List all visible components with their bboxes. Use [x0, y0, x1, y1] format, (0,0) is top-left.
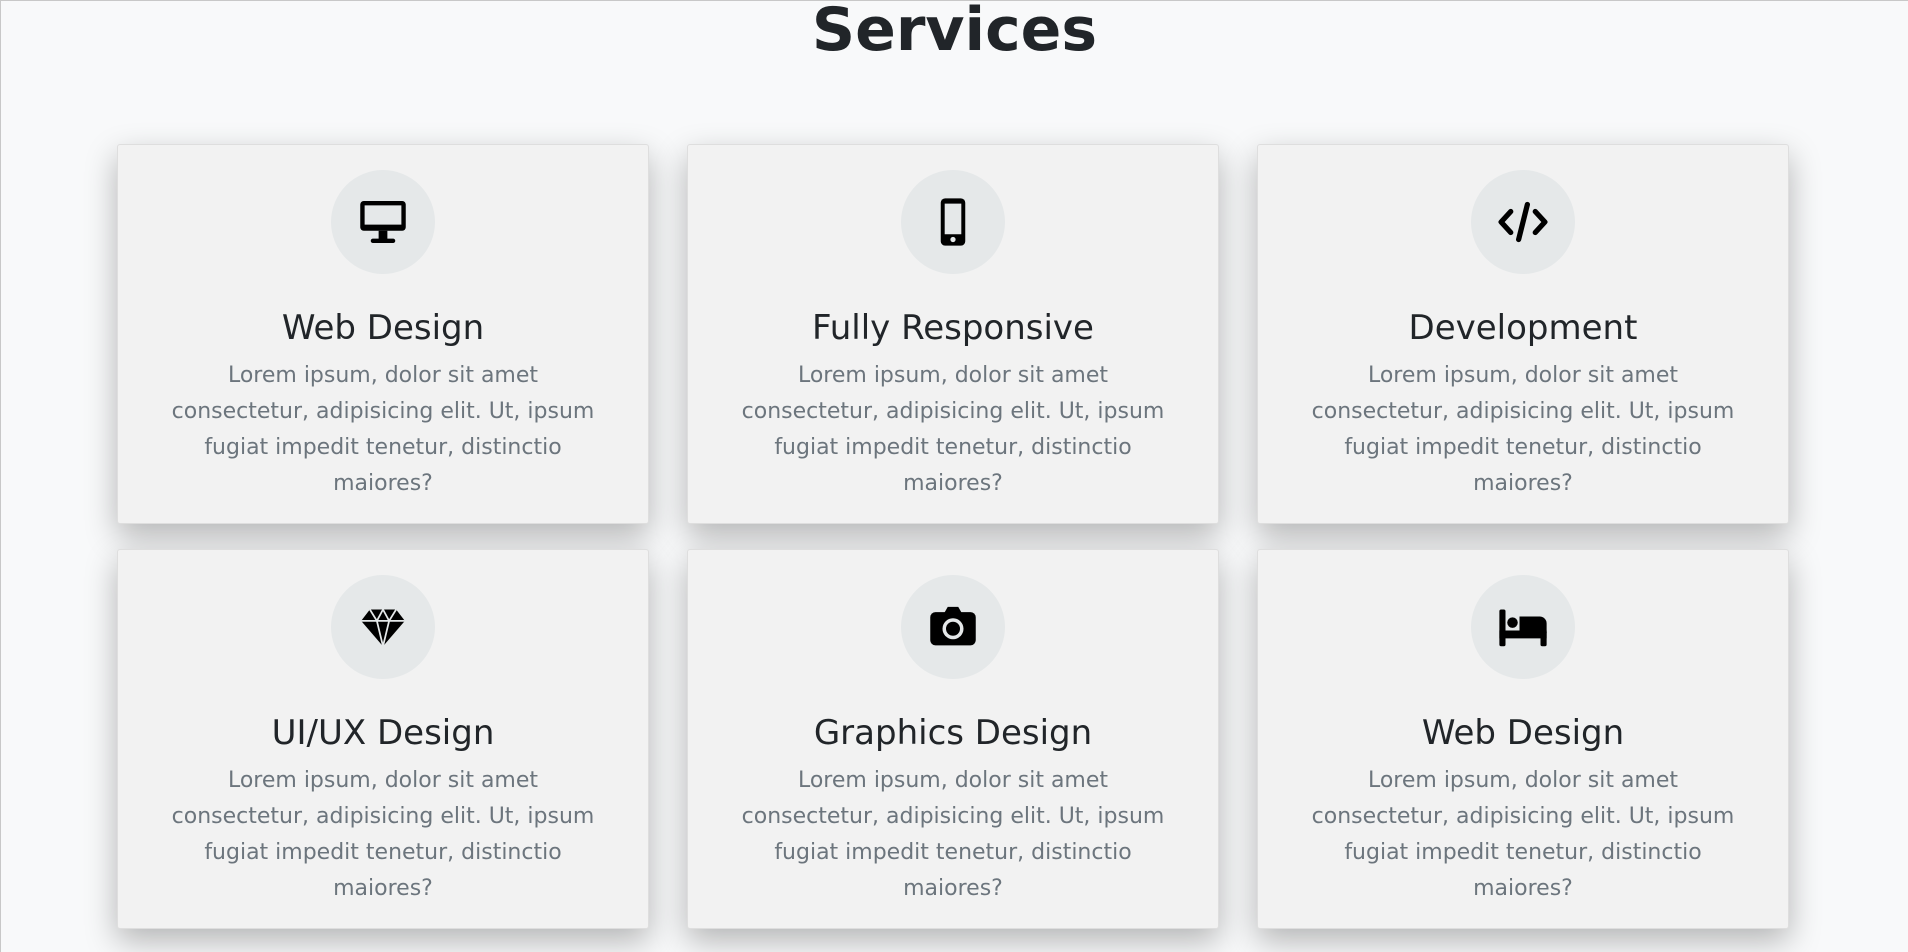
icon-circle [331, 170, 435, 274]
services-grid: Web Design Lorem ipsum, dolor sit amet c… [117, 144, 1789, 929]
icon-circle [1471, 575, 1575, 679]
service-card-ui-ux-design: UI/UX Design Lorem ipsum, dolor sit amet… [117, 549, 649, 929]
icon-circle [1471, 170, 1575, 274]
card-title: Web Design [1421, 713, 1625, 753]
service-card-web-design-2: Web Design Lorem ipsum, dolor sit amet c… [1257, 549, 1789, 929]
card-title: Fully Responsive [812, 308, 1094, 348]
card-title: Web Design [281, 308, 485, 348]
section-title: Services [811, 0, 1098, 65]
service-card-development: Development Lorem ipsum, dolor sit amet … [1257, 144, 1789, 524]
card-description: Lorem ipsum, dolor sit amet consectetur,… [741, 768, 1165, 901]
card-description: Lorem ipsum, dolor sit amet consectetur,… [741, 363, 1165, 496]
icon-circle [331, 575, 435, 679]
bed-icon [1499, 609, 1547, 647]
card-description: Lorem ipsum, dolor sit amet consectetur,… [171, 768, 595, 901]
desktop-icon [360, 201, 406, 243]
service-card-fully-responsive: Fully Responsive Lorem ipsum, dolor sit … [687, 144, 1219, 524]
card-description: Lorem ipsum, dolor sit amet consectetur,… [1311, 363, 1735, 496]
card-description: Lorem ipsum, dolor sit amet consectetur,… [1311, 768, 1735, 901]
card-title: UI/UX Design [271, 713, 495, 753]
mobile-icon [940, 198, 966, 246]
service-card-graphics-design: Graphics Design Lorem ipsum, dolor sit a… [687, 549, 1219, 929]
icon-circle [901, 575, 1005, 679]
service-card-web-design: Web Design Lorem ipsum, dolor sit amet c… [117, 144, 649, 524]
card-title: Development [1408, 308, 1638, 348]
icon-circle [901, 170, 1005, 274]
card-title: Graphics Design [813, 713, 1093, 753]
gem-icon [361, 607, 405, 647]
camera-icon [930, 606, 976, 646]
code-icon [1498, 201, 1548, 243]
card-description: Lorem ipsum, dolor sit amet consectetur,… [171, 363, 595, 496]
